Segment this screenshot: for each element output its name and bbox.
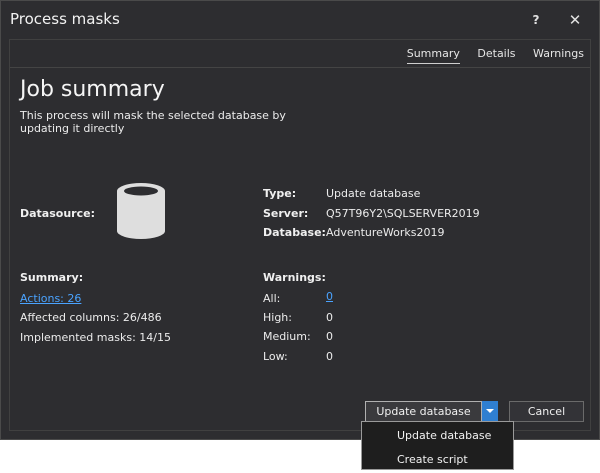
type-value: Update database xyxy=(326,187,421,200)
tab-warnings[interactable]: Warnings xyxy=(533,47,584,63)
help-button[interactable]: ? xyxy=(524,9,548,31)
actions-link[interactable]: Actions: 26 xyxy=(20,292,81,305)
warnings-high-value: 0 xyxy=(326,311,333,324)
database-icon xyxy=(117,183,165,239)
database-label: Database: xyxy=(263,226,326,239)
datasource-label: Datasource: xyxy=(20,207,95,220)
warnings-all-link[interactable]: 0 xyxy=(326,290,333,303)
tab-strip: Summary Details Warnings xyxy=(393,47,584,64)
page-title: Job summary xyxy=(20,77,165,102)
database-value: AdventureWorks2019 xyxy=(326,226,445,239)
summary-label: Summary: xyxy=(20,271,84,284)
server-label: Server: xyxy=(263,207,309,220)
implemented-masks-text: Implemented masks: 14/15 xyxy=(20,331,171,344)
summary-panel: Summary Details Warnings Job summary Thi… xyxy=(9,39,591,431)
close-button[interactable]: ✕ xyxy=(563,9,587,31)
tab-summary[interactable]: Summary xyxy=(406,47,460,64)
server-value: Q57T96Y2\SQLSERVER2019 xyxy=(326,207,480,220)
warnings-label: Warnings: xyxy=(263,271,326,284)
type-label: Type: xyxy=(263,187,297,200)
warnings-medium-label: Medium: xyxy=(263,330,311,343)
menu-item-create-script[interactable]: Create script xyxy=(397,453,468,466)
menu-item-update-database[interactable]: Update database xyxy=(397,429,491,442)
cancel-button[interactable]: Cancel xyxy=(509,401,584,422)
warnings-all-label: All: xyxy=(263,292,281,305)
process-masks-window: Process masks ? ✕ Summary Details Warnin… xyxy=(0,0,600,440)
title-bar: Process masks ? ✕ xyxy=(1,1,599,39)
warnings-medium-value: 0 xyxy=(326,330,333,343)
affected-columns-text: Affected columns: 26/486 xyxy=(20,311,162,324)
description-text: This process will mask the selected data… xyxy=(20,109,286,135)
tab-details[interactable]: Details xyxy=(477,47,515,63)
window-title: Process masks xyxy=(10,10,120,28)
warnings-low-value: 0 xyxy=(326,350,333,363)
update-dropdown-button[interactable] xyxy=(482,401,498,422)
update-dropdown-menu: Update database Create script xyxy=(361,421,514,470)
update-database-button[interactable]: Update database xyxy=(365,401,482,422)
warnings-high-label: High: xyxy=(263,311,292,324)
tab-divider xyxy=(10,67,590,68)
warnings-low-label: Low: xyxy=(263,350,288,363)
